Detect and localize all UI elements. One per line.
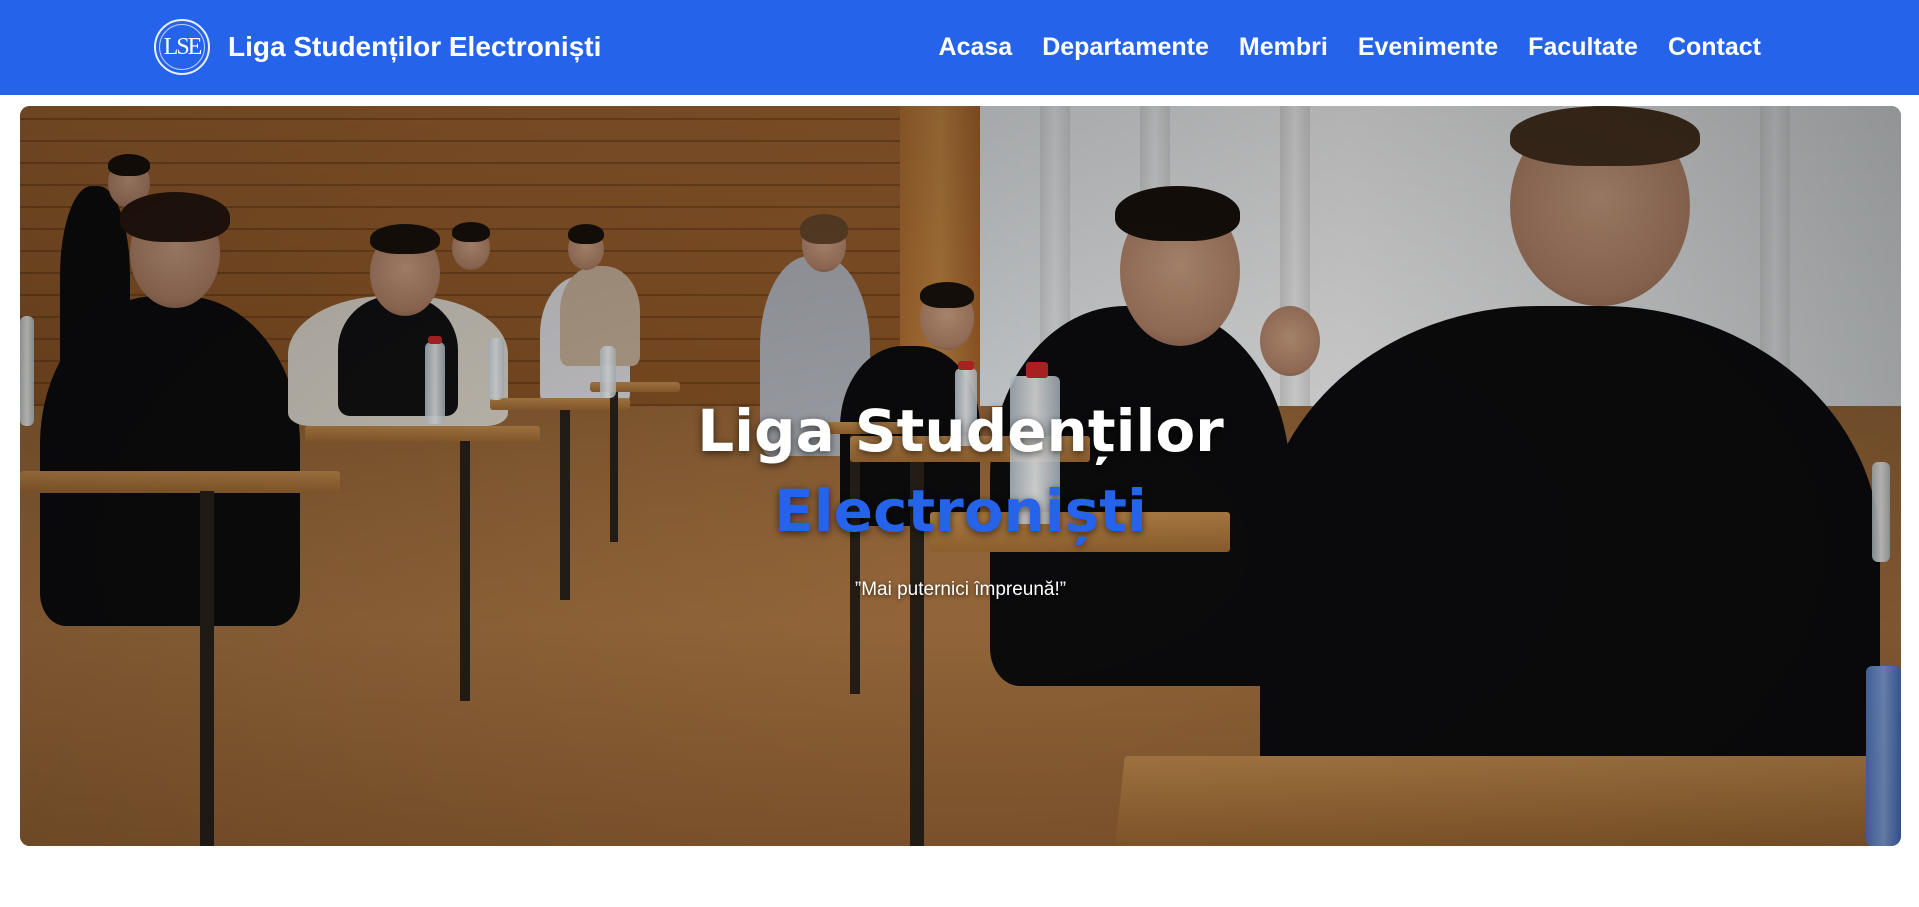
nav-link-facultate[interactable]: Facultate (1528, 33, 1638, 62)
main-nav: Acasa Departamente Membri Evenimente Fac… (939, 0, 1761, 95)
hero-tagline: ”Mai puternici împreună!” (854, 579, 1067, 600)
nav-link-membri[interactable]: Membri (1239, 33, 1328, 62)
nav-link-evenimente[interactable]: Evenimente (1358, 33, 1498, 62)
logo-monogram: LSE (159, 24, 205, 70)
nav-link-acasa[interactable]: Acasa (939, 33, 1013, 62)
top-navbar: LSE Liga Studenților Electroniști Acasa … (0, 0, 1919, 95)
nav-link-contact[interactable]: Contact (1668, 33, 1761, 62)
brand-name: Liga Studenților Electroniști (228, 31, 602, 62)
hero-banner: Liga Studenților Electroniști ”Mai puter… (20, 106, 1901, 846)
hero-title-line1: Liga Studenților (697, 397, 1224, 465)
lse-logo-icon: LSE (154, 19, 210, 75)
nav-link-departamente[interactable]: Departamente (1042, 33, 1209, 62)
hero-title-line2: Electroniști (774, 477, 1147, 545)
hero-content: Liga Studenților Electroniști ”Mai puter… (20, 106, 1901, 846)
brand-link[interactable]: LSE Liga Studenților Electroniști (154, 19, 601, 75)
hero-title: Liga Studenților Electroniști (697, 391, 1224, 551)
